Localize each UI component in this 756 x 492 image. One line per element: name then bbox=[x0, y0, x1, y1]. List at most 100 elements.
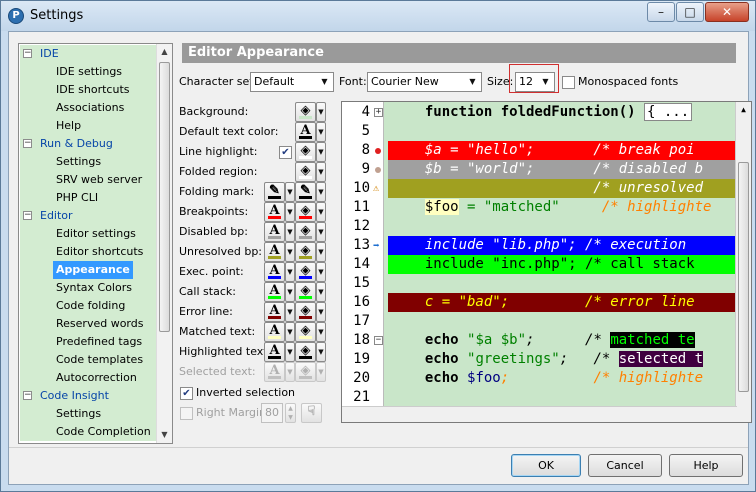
minimize-button[interactable]: – bbox=[647, 2, 675, 22]
color-dropdown-icon[interactable]: ▼ bbox=[316, 302, 326, 322]
collapse-icon[interactable]: − bbox=[23, 391, 32, 400]
color-dropdown-icon[interactable]: ▼ bbox=[285, 342, 295, 362]
tree-category[interactable]: − Editor bbox=[20, 207, 158, 225]
fill-color-icon[interactable]: ◈ bbox=[295, 102, 316, 122]
text-color-icon[interactable]: A bbox=[264, 302, 285, 322]
tree-scrollbar[interactable]: ▲ ▼ bbox=[156, 44, 172, 443]
color-dropdown-icon[interactable]: ▼ bbox=[316, 222, 326, 242]
font-select[interactable]: Courier New ▼ bbox=[367, 72, 482, 92]
code-line: 13 ➡ include "lib.php"; /* execution bbox=[342, 236, 737, 255]
scroll-up-icon[interactable]: ▲ bbox=[157, 44, 172, 60]
right-margin-checkbox[interactable] bbox=[180, 407, 193, 420]
color-dropdown-icon[interactable]: ▼ bbox=[285, 322, 295, 342]
editor-hscroll[interactable] bbox=[342, 406, 737, 422]
color-dropdown-icon[interactable]: ▼ bbox=[316, 362, 326, 382]
text-color-icon[interactable]: A bbox=[264, 242, 285, 262]
scroll-up-icon[interactable]: ▲ bbox=[736, 102, 751, 118]
color-dropdown-icon[interactable]: ▼ bbox=[285, 242, 295, 262]
fill-color-icon[interactable]: ◈ bbox=[295, 162, 316, 182]
tree-item[interactable]: Appearance bbox=[20, 261, 158, 279]
cancel-button[interactable]: Cancel bbox=[588, 454, 662, 477]
color-dropdown-icon[interactable]: ▼ bbox=[316, 162, 326, 182]
fill-color-icon[interactable]: ◈ bbox=[295, 282, 316, 302]
color-dropdown-icon[interactable]: ▼ bbox=[316, 262, 326, 282]
help-button[interactable]: Help bbox=[669, 454, 743, 477]
editor-scroll-thumb[interactable] bbox=[738, 162, 749, 392]
fill-color-icon[interactable]: ◈ bbox=[295, 262, 316, 282]
text-color-icon[interactable]: A bbox=[264, 222, 285, 242]
fill-color-icon[interactable]: ◈ bbox=[295, 202, 316, 222]
tree-category[interactable]: − Run & Debug bbox=[20, 135, 158, 153]
color-dropdown-icon[interactable]: ▼ bbox=[316, 282, 326, 302]
color-dropdown-icon[interactable]: ▼ bbox=[316, 182, 326, 202]
color-dropdown-icon[interactable]: ▼ bbox=[316, 142, 326, 162]
fill-color-icon[interactable]: ◈ bbox=[295, 362, 316, 382]
pen-color-icon[interactable]: ✎ bbox=[264, 182, 285, 202]
fill-color-icon[interactable]: ◈ bbox=[295, 242, 316, 262]
tree-item[interactable]: Predefined tags bbox=[20, 333, 158, 351]
tree-item[interactable]: Editor settings bbox=[20, 225, 158, 243]
color-dropdown-icon[interactable]: ▼ bbox=[285, 302, 295, 322]
right-margin-input[interactable]: 80 bbox=[261, 403, 283, 423]
text-color-icon[interactable]: A bbox=[264, 262, 285, 282]
collapse-icon[interactable]: − bbox=[23, 211, 32, 220]
scroll-down-icon[interactable]: ▼ bbox=[157, 427, 172, 443]
tree-item[interactable]: Code Completion bbox=[20, 423, 158, 441]
tree-category[interactable]: − IDE bbox=[20, 45, 158, 63]
right-margin-color-button[interactable]: ☟ bbox=[301, 403, 322, 423]
color-dropdown-icon[interactable]: ▼ bbox=[316, 242, 326, 262]
text-color-icon[interactable]: A bbox=[264, 362, 285, 382]
fill-color-icon[interactable]: ◈ bbox=[295, 222, 316, 242]
code-line: 17 bbox=[342, 312, 737, 331]
color-dropdown-icon[interactable]: ▼ bbox=[316, 322, 326, 342]
color-dropdown-icon[interactable]: ▼ bbox=[285, 262, 295, 282]
inverted-selection-checkbox[interactable]: ✔ bbox=[180, 387, 193, 400]
charset-select[interactable]: Default ▼ bbox=[250, 72, 334, 92]
color-dropdown-icon[interactable]: ▼ bbox=[285, 282, 295, 302]
fill-color-icon[interactable]: ◈ bbox=[295, 142, 316, 162]
close-button[interactable]: ✕ bbox=[705, 2, 749, 22]
tree-category[interactable]: − Code Insight bbox=[20, 387, 158, 405]
right-margin-spinner[interactable]: ▲ ▼ bbox=[285, 403, 296, 423]
color-dropdown-icon[interactable]: ▼ bbox=[316, 342, 326, 362]
tree-item[interactable]: IDE settings bbox=[20, 63, 158, 81]
scroll-thumb[interactable] bbox=[159, 62, 170, 332]
tree-item[interactable]: Settings bbox=[20, 405, 158, 423]
fill-color-icon[interactable]: ◈ bbox=[295, 322, 316, 342]
text-color-icon[interactable]: A bbox=[264, 202, 285, 222]
color-dropdown-icon[interactable]: ▼ bbox=[316, 102, 326, 122]
tree-item[interactable]: Help bbox=[20, 117, 158, 135]
tree-item[interactable]: Reserved words bbox=[20, 315, 158, 333]
color-dropdown-icon[interactable]: ▼ bbox=[316, 122, 326, 142]
line-highlight-checkbox[interactable]: ✔ bbox=[279, 146, 292, 159]
text-color-icon[interactable]: A bbox=[264, 282, 285, 302]
tree-item[interactable]: IDE shortcuts bbox=[20, 81, 158, 99]
text-color-icon[interactable]: A bbox=[264, 342, 285, 362]
ok-button[interactable]: OK bbox=[511, 454, 581, 477]
text-color-icon[interactable]: A bbox=[295, 122, 316, 142]
fill-color-icon[interactable]: ◈ bbox=[295, 302, 316, 322]
monospaced-checkbox[interactable] bbox=[562, 76, 575, 89]
tree-item[interactable]: Syntax Colors bbox=[20, 279, 158, 297]
tree-item[interactable]: Settings bbox=[20, 153, 158, 171]
color-dropdown-icon[interactable]: ▼ bbox=[285, 222, 295, 242]
tree-item[interactable]: PHP CLI bbox=[20, 189, 158, 207]
tree-item[interactable]: Code folding bbox=[20, 297, 158, 315]
color-dropdown-icon[interactable]: ▼ bbox=[285, 182, 295, 202]
color-dropdown-icon[interactable]: ▼ bbox=[285, 202, 295, 222]
maximize-button[interactable]: □ bbox=[676, 2, 704, 22]
pen-color-icon[interactable]: ✎ bbox=[295, 182, 316, 202]
editor-vscroll[interactable]: ▲ bbox=[735, 102, 751, 422]
collapse-icon[interactable]: − bbox=[23, 139, 32, 148]
settings-tree[interactable]: − IDE IDE settings IDE shortcuts Association… bbox=[18, 43, 173, 444]
tree-item[interactable]: Code templates bbox=[20, 351, 158, 369]
tree-item[interactable]: Associations bbox=[20, 99, 158, 117]
tree-item[interactable]: SRV web server bbox=[20, 171, 158, 189]
tree-item[interactable]: Autocorrection bbox=[20, 369, 158, 387]
color-dropdown-icon[interactable]: ▼ bbox=[285, 362, 295, 382]
tree-item[interactable]: Editor shortcuts bbox=[20, 243, 158, 261]
color-dropdown-icon[interactable]: ▼ bbox=[316, 202, 326, 222]
text-color-icon[interactable]: A bbox=[264, 322, 285, 342]
collapse-icon[interactable]: − bbox=[23, 49, 32, 58]
fill-color-icon[interactable]: ◈ bbox=[295, 342, 316, 362]
